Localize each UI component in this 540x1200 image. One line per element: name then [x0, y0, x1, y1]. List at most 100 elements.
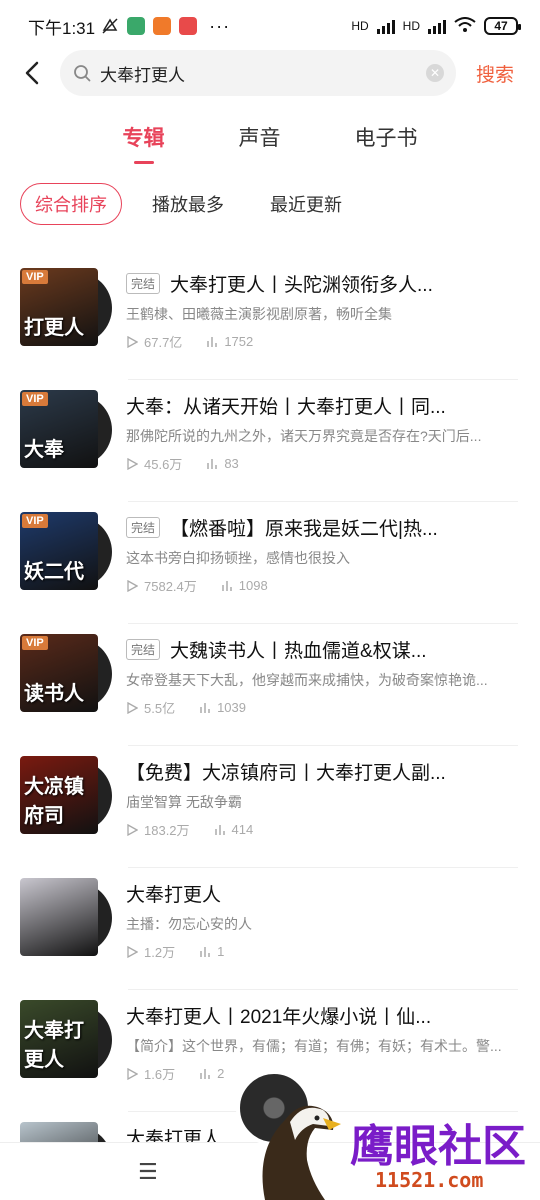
- vip-badge: VIP: [22, 514, 48, 528]
- signal-icon: [428, 18, 446, 34]
- battery-icon: 47: [484, 17, 521, 35]
- album-title: 【免费】大凉镇府司丨大奉打更人副...: [126, 762, 446, 784]
- title-row: 完结 大奉打更人丨头陀渊领衔多人...: [126, 268, 508, 298]
- app-notification-icon: [153, 17, 172, 35]
- vip-badge: VIP: [22, 636, 48, 650]
- play-count-value: 1.2万: [144, 945, 176, 960]
- play-count: 45.6万: [126, 454, 182, 473]
- cover-image: VIP 妖二代: [20, 512, 98, 590]
- track-count: 1039: [199, 700, 246, 715]
- album-title: 大奉打更人: [126, 884, 222, 906]
- album-stats: 67.7亿 1752: [126, 332, 508, 351]
- category-tabs: 专辑 声音 电子书: [0, 122, 540, 164]
- album-stats: 183.2万 414: [126, 820, 508, 839]
- album-list-item[interactable]: VIP 读书人 完结 大魏读书人丨热血儒道&权谋... 女帝登基天下大乱，他穿越…: [0, 624, 540, 746]
- vip-badge: VIP: [22, 270, 48, 284]
- play-count-value: 67.7亿: [144, 335, 183, 350]
- album-info: 大奉打更人丨2021年火爆小说丨仙... 【简介】这个世界，有儒；有道；有佛；有…: [126, 1000, 508, 1083]
- search-box[interactable]: ✕: [60, 50, 456, 96]
- track-count-value: 1098: [238, 578, 268, 593]
- play-count: 67.7亿: [126, 332, 182, 351]
- album-list-item[interactable]: VIP 打更人 完结 大奉打更人丨头陀渊领衔多人... 王鹤棣、田曦薇主演影视剧…: [0, 258, 540, 380]
- play-count: 7582.4万: [126, 576, 197, 595]
- play-icon: [127, 579, 138, 592]
- album-title: 大魏读书人丨热血儒道&权谋...: [170, 640, 427, 662]
- track-count-value: 83: [224, 456, 239, 471]
- finished-tag: 完结: [126, 638, 161, 660]
- play-count: 5.5亿: [126, 698, 175, 717]
- sort-recently-updated[interactable]: 最近更新: [254, 183, 358, 225]
- signal-icon: [376, 18, 395, 34]
- album-info: 完结 大奉打更人丨头陀渊领衔多人... 王鹤棣、田曦薇主演影视剧原著，畅听全集 …: [126, 268, 508, 351]
- album-info: 大奉打更人 主播：勿忘心安的人 1.2万 1: [126, 878, 508, 961]
- track-count-value: 1039: [217, 700, 246, 715]
- status-bar: 下午1:31 ··· HD HD 47: [0, 0, 540, 52]
- track-count: 414: [214, 822, 253, 837]
- cover-title: 读书人: [24, 681, 84, 705]
- album-description: 女帝登基天下大乱，他穿越而来成捕快，为破奇案惊艳诡...: [126, 672, 488, 688]
- album-title: 大奉打更人丨2021年火爆小说丨仙...: [126, 1006, 432, 1028]
- album-list-item[interactable]: 大凉镇府司 【免费】大凉镇府司丨大奉打更人副... 庙堂智算 无敌争霸 183.…: [0, 746, 540, 868]
- album-list-item[interactable]: VIP 大奉 大奉：从诸天开始丨大奉打更人丨同... 那佛陀所说的九州之外，诸天…: [0, 380, 540, 502]
- search-header: ✕ 搜索: [0, 46, 540, 100]
- notification-muted-icon: [101, 17, 119, 35]
- search-icon: [72, 63, 92, 83]
- track-count: 2: [199, 1066, 224, 1081]
- album-stats: 5.5亿 1039: [126, 698, 508, 717]
- sort-comprehensive[interactable]: 综合排序: [20, 183, 122, 225]
- cover-image: 大凉镇府司: [20, 756, 98, 834]
- album-list-item[interactable]: 大奉打更人 主播：勿忘心安的人 1.2万 1: [0, 868, 540, 990]
- search-input[interactable]: [100, 63, 426, 83]
- back-button[interactable]: [12, 53, 52, 93]
- title-row: 大奉打更人丨2021年火爆小说丨仙...: [126, 1000, 508, 1030]
- tracks-icon: [222, 580, 232, 591]
- clear-icon[interactable]: ✕: [426, 64, 444, 82]
- tab-ebook[interactable]: 电子书: [355, 122, 418, 164]
- album-title: 大奉打更人丨头陀渊领衔多人...: [170, 274, 433, 296]
- album-stats: 45.6万 83: [126, 454, 508, 473]
- cover-title: 打更人: [24, 315, 84, 339]
- play-icon: [127, 335, 138, 348]
- cover-title: 大奉: [24, 437, 64, 461]
- app-notification-icon: [179, 17, 198, 35]
- tab-album[interactable]: 专辑: [123, 122, 165, 164]
- cover-image: VIP 打更人: [20, 268, 98, 346]
- finished-tag: 完结: [126, 272, 161, 294]
- album-cover: VIP 读书人: [20, 634, 112, 714]
- menu-icon[interactable]: ☰: [138, 1159, 158, 1185]
- title-row: 完结 【燃番啦】原来我是妖二代|热...: [126, 512, 508, 542]
- track-count-value: 2: [217, 1066, 225, 1081]
- chevron-left-icon: [25, 61, 39, 85]
- album-cover: VIP 妖二代: [20, 512, 112, 592]
- vip-badge: VIP: [22, 392, 48, 406]
- play-icon: [127, 823, 138, 836]
- cover-image: 大奉打更人: [20, 1000, 98, 1078]
- search-button[interactable]: 搜索: [476, 60, 514, 87]
- album-info: 完结 【燃番啦】原来我是妖二代|热... 这本书旁白抑扬顿挫，感情也很投入 75…: [126, 512, 508, 595]
- tab-audio[interactable]: 声音: [239, 122, 281, 164]
- tracks-icon: [200, 702, 210, 713]
- album-description: 主播：勿忘心安的人: [126, 916, 252, 932]
- play-count-value: 45.6万: [144, 457, 183, 472]
- album-stats: 7582.4万 1098: [126, 576, 508, 595]
- finished-tag: 完结: [126, 516, 161, 538]
- tracks-icon: [200, 1068, 210, 1079]
- tracks-icon: [207, 336, 218, 347]
- play-count: 183.2万: [126, 820, 190, 839]
- album-list-item[interactable]: VIP 妖二代 完结 【燃番啦】原来我是妖二代|热... 这本书旁白抑扬顿挫，感…: [0, 502, 540, 624]
- tracks-icon: [200, 946, 210, 957]
- more-notifications-icon: ···: [209, 15, 231, 36]
- play-count: 1.2万: [126, 942, 175, 961]
- tracks-icon: [207, 458, 218, 469]
- play-icon: [127, 945, 138, 958]
- cover-title: 大奉打更人: [24, 1018, 84, 1071]
- play-icon: [127, 701, 138, 714]
- album-description: 王鹤棣、田曦薇主演影视剧原著，畅听全集: [126, 306, 392, 322]
- cover-title: 妖二代: [24, 559, 84, 583]
- track-count: 83: [206, 456, 239, 471]
- sort-most-played[interactable]: 播放最多: [136, 183, 240, 225]
- watermark-url: 11521.com: [375, 1168, 484, 1192]
- play-count: 1.6万: [126, 1064, 175, 1083]
- sort-options: 综合排序 播放最多 最近更新: [20, 183, 358, 225]
- play-count-value: 7582.4万: [144, 579, 197, 594]
